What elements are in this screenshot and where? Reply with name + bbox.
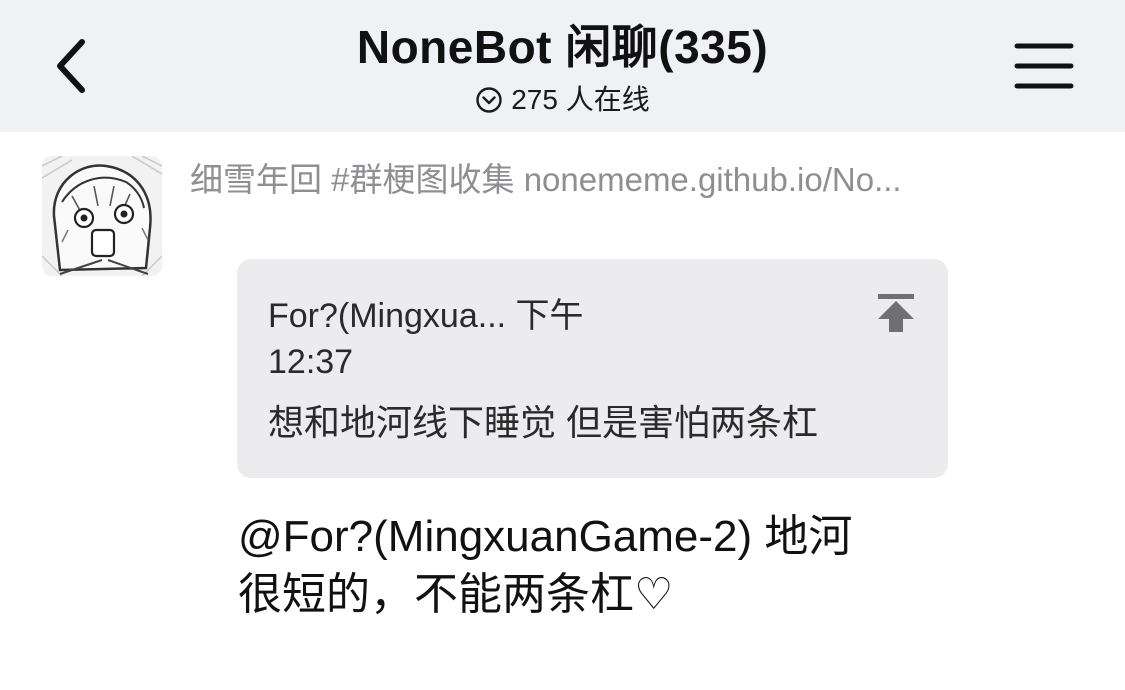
jump-to-top-icon <box>878 294 914 332</box>
message-line-1: @For?(MingxuanGame-2) 地河 <box>238 512 853 561</box>
sender-name[interactable]: 细雪年回 #群梗图收集 nonememe.github.io/No... <box>190 158 1020 202</box>
message-line-2: 很短的，不能两条杠♡ <box>238 570 674 619</box>
online-status[interactable]: 275 人在线 <box>0 80 1125 120</box>
quote-time: 12:37 <box>268 343 354 381</box>
quote-author: For?(Mingxua... <box>268 297 507 335</box>
jump-to-original-button[interactable] <box>874 291 918 335</box>
sender-avatar[interactable] <box>42 156 162 276</box>
online-suffix: 人在线 <box>565 84 650 115</box>
message-text[interactable]: @For?(MingxuanGame-2) 地河 很短的，不能两条杠♡ <box>238 508 958 624</box>
quoted-message[interactable]: For?(Mingxua... 下午 12:37 想和地河线下睡觉 但是害怕两条… <box>237 259 948 478</box>
quote-time-label: 下午 <box>515 297 584 335</box>
anime-avatar-image <box>42 156 162 276</box>
quote-header: For?(Mingxua... 下午 12:37 <box>268 293 668 385</box>
online-count: 275 <box>511 84 558 115</box>
quote-text: 想和地河线下睡觉 但是害怕两条杠 <box>268 402 819 443</box>
menu-button[interactable] <box>1013 36 1075 96</box>
chevron-down-circle-icon <box>476 87 502 113</box>
chat-title[interactable]: NoneBot 闲聊(335) <box>0 18 1125 76</box>
hamburger-menu-icon <box>1014 43 1074 89</box>
chat-header: NoneBot 闲聊(335) 275 人在线 <box>0 0 1125 132</box>
